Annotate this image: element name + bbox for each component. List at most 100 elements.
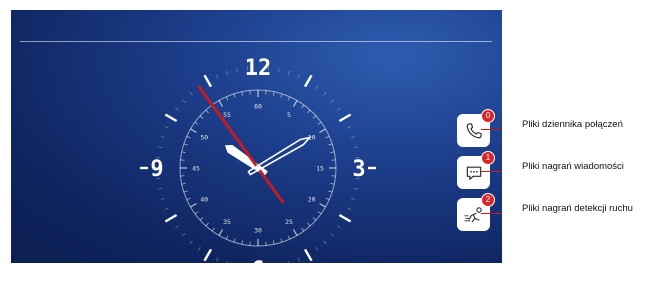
outer-minor-tick	[323, 240, 327, 245]
minute-tick	[218, 100, 224, 107]
hour-numeral: 9	[150, 157, 163, 182]
motion-detection-button[interactable]: 2	[457, 193, 495, 231]
hour-marker	[303, 248, 313, 262]
minute-tick	[199, 217, 204, 221]
outer-minor-tick	[315, 247, 319, 251]
minute-tick	[312, 115, 317, 119]
minute-tick	[205, 109, 209, 114]
hour-marker	[303, 74, 313, 88]
minute-tick	[317, 121, 322, 125]
outer-minor-tick	[175, 107, 179, 111]
outer-minor-tick	[330, 233, 335, 237]
minute-tick	[233, 238, 236, 243]
minute-number: 25	[285, 218, 293, 226]
call-log-badge: 0	[481, 109, 495, 123]
outer-minor-tick	[351, 136, 356, 139]
minute-tick	[183, 190, 188, 193]
outer-minor-tick	[315, 85, 319, 89]
hour-marker	[164, 213, 178, 223]
minute-tick	[211, 227, 215, 232]
minute-tick	[181, 151, 186, 153]
outer-minor-tick	[337, 107, 341, 111]
phone-icon	[466, 122, 482, 138]
hour-numeral: 12	[245, 56, 272, 81]
minute-tick	[307, 222, 311, 227]
outer-minor-tick	[353, 146, 358, 149]
minute-tick	[190, 202, 197, 208]
minute-tick	[194, 121, 199, 125]
minute-tick	[312, 217, 317, 221]
minute-tick	[241, 91, 243, 96]
minute-tick	[194, 211, 199, 215]
outer-minor-tick	[236, 68, 239, 73]
hour-marker	[338, 213, 352, 223]
minute-number: 5	[287, 111, 291, 119]
minute-tick	[301, 227, 305, 232]
minute-tick	[225, 96, 229, 101]
minute-tick	[280, 93, 283, 98]
outer-minor-tick	[353, 187, 358, 190]
outer-minor-tick	[351, 197, 356, 200]
outer-minor-tick	[337, 225, 341, 229]
minute-tick	[186, 197, 191, 201]
minute-tick	[328, 190, 333, 193]
minute-tick	[186, 135, 191, 139]
messages-button[interactable]: 1	[457, 151, 495, 189]
minute-number: 35	[223, 218, 231, 226]
outer-minor-tick	[216, 74, 219, 79]
minute-number: 40	[200, 196, 208, 204]
minute-tick	[190, 128, 197, 134]
minute-tick	[292, 229, 298, 236]
outer-minor-tick	[287, 70, 290, 75]
minute-tick	[225, 235, 229, 240]
outer-minor-tick	[164, 126, 169, 129]
outer-minor-tick	[158, 146, 163, 149]
minute-tick	[307, 109, 311, 114]
outer-minor-tick	[197, 247, 201, 251]
motion-badge: 2	[481, 193, 495, 207]
outer-minor-tick	[158, 187, 163, 190]
minute-tick	[325, 197, 330, 201]
minute-tick	[325, 135, 330, 139]
hour-marker	[164, 113, 178, 123]
outer-minor-tick	[323, 91, 327, 96]
outer-minor-tick	[226, 261, 229, 263]
minute-tick	[181, 183, 186, 185]
outer-minor-tick	[160, 197, 165, 200]
outer-minor-tick	[297, 257, 300, 262]
minute-tick	[319, 202, 326, 208]
analog-clock: 1236951015202530354045505560	[140, 56, 376, 263]
minute-tick	[183, 143, 188, 146]
outer-minor-tick	[330, 99, 335, 103]
minute-tick	[317, 211, 322, 215]
minute-tick	[292, 100, 298, 107]
messages-leader	[481, 171, 502, 172]
outer-minor-tick	[189, 91, 193, 96]
outer-minor-tick	[181, 99, 186, 103]
outer-minor-tick	[189, 240, 193, 245]
minute-tick	[280, 238, 283, 243]
motion-icon	[463, 206, 482, 222]
minute-tick	[233, 93, 236, 98]
call-log-leader	[481, 129, 502, 130]
call-log-label: Pliki dziennika połączeń	[522, 119, 623, 130]
outer-minor-tick	[160, 136, 165, 139]
call-log-button[interactable]: 0	[457, 109, 495, 147]
minute-number: 20	[308, 196, 316, 204]
outer-minor-tick	[226, 70, 229, 75]
minute-tick	[301, 104, 305, 109]
outer-minor-tick	[175, 225, 179, 229]
messages-label: Pliki nagrań wiadomości	[522, 161, 624, 172]
outer-minor-tick	[216, 257, 219, 262]
minute-tick	[205, 222, 209, 227]
hour-marker	[338, 113, 352, 123]
minute-number: 60	[254, 103, 262, 111]
minute-tick	[199, 115, 204, 119]
minute-tick	[273, 91, 275, 96]
minute-tick	[328, 143, 333, 146]
minute-number: 50	[200, 134, 208, 142]
outer-minor-tick	[297, 74, 300, 79]
outer-minor-tick	[347, 207, 352, 210]
motion-label: Pliki nagrań detekcji ruchu	[522, 203, 633, 214]
minute-number: 45	[192, 165, 200, 173]
